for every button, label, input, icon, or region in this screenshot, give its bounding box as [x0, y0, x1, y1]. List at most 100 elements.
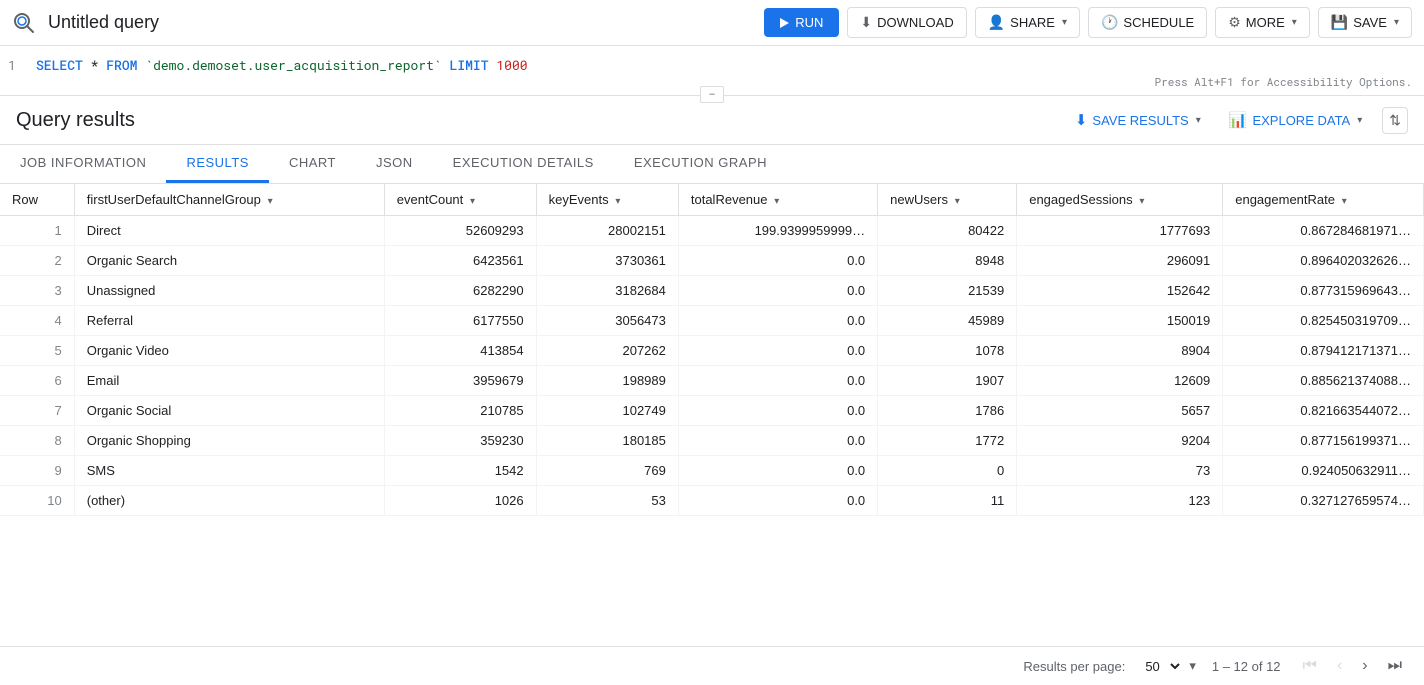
table-cell: 73 [1017, 456, 1223, 486]
table-cell: 210785 [384, 396, 536, 426]
table-cell: 10 [0, 486, 74, 516]
sort-icon-firstUserDefaultChannelGroup[interactable]: ▾ [265, 196, 273, 207]
sort-icon-engagedSessions[interactable]: ▾ [1137, 196, 1145, 207]
tab-results[interactable]: RESULTS [166, 145, 269, 183]
save-chevron-icon: ▾ [1394, 17, 1399, 28]
run-button[interactable]: RUN [764, 8, 839, 37]
table-cell: 5 [0, 336, 74, 366]
table-cell: 0.0 [678, 336, 877, 366]
more-button[interactable]: ⚙ MORE ▾ [1215, 7, 1310, 38]
table-cell: Direct [74, 216, 384, 246]
main-content: 1 SELECT * FROM `demo.demoset.user_acqui… [0, 46, 1424, 685]
table-cell: 199.9399959999… [678, 216, 877, 246]
editor-collapse-handle[interactable]: — [700, 86, 724, 103]
sort-icon-keyEvents[interactable]: ▾ [613, 196, 621, 207]
more-chevron-icon: ▾ [1292, 17, 1297, 28]
table-cell: 180185 [536, 426, 678, 456]
sort-icon-engagementRate[interactable]: ▾ [1339, 196, 1347, 207]
sort-icon-totalRevenue[interactable]: ▾ [772, 196, 780, 207]
table-cell: Organic Search [74, 246, 384, 276]
table-cell: 6 [0, 366, 74, 396]
expand-collapse-button[interactable]: ⇅ [1382, 107, 1408, 134]
table-cell: 45989 [878, 306, 1017, 336]
next-page-button[interactable]: › [1356, 655, 1373, 677]
table-cell: 359230 [384, 426, 536, 456]
results-tabs: JOB INFORMATIONRESULTSCHARTJSONEXECUTION… [0, 145, 1424, 184]
sort-icon-eventCount[interactable]: ▾ [467, 196, 475, 207]
table-cell: 1542 [384, 456, 536, 486]
table-cell: Organic Social [74, 396, 384, 426]
gear-icon: ⚙ [1228, 14, 1241, 31]
select-keyword: SELECT [36, 56, 83, 74]
table-cell: 152642 [1017, 276, 1223, 306]
resize-handle-keyEvents[interactable] [674, 184, 678, 215]
table-cell: 1 [0, 216, 74, 246]
accessibility-hint: Press Alt+F1 for Accessibility Options. [1155, 74, 1412, 89]
table-cell: 0.327127659574… [1223, 486, 1424, 516]
table-cell: 3182684 [536, 276, 678, 306]
table-cell: 8 [0, 426, 74, 456]
table-cell: 413854 [384, 336, 536, 366]
results-per-page-label: Results per page: [1023, 659, 1125, 674]
per-page-chevron-icon: ▾ [1189, 658, 1196, 674]
last-page-button[interactable]: ⏭ [1382, 655, 1408, 677]
sort-icon-newUsers[interactable]: ▾ [952, 196, 960, 207]
pagination-controls: ⏮ ‹ › ⏭ [1297, 655, 1408, 677]
table-cell: 123 [1017, 486, 1223, 516]
pagination-range: 1 – 12 of 12 [1212, 659, 1281, 674]
results-table-container[interactable]: RowfirstUserDefaultChannelGroup ▾eventCo… [0, 184, 1424, 646]
resize-handle-engagementRate[interactable] [1419, 184, 1423, 215]
download-button[interactable]: ⬇ DOWNLOAD [847, 7, 966, 38]
table-cell: Organic Video [74, 336, 384, 366]
col-header-engagementRate: engagementRate ▾ [1223, 184, 1424, 216]
line-number: 1 [8, 56, 36, 74]
sql-editor[interactable]: 1 SELECT * FROM `demo.demoset.user_acqui… [0, 46, 1424, 96]
tab-chart[interactable]: CHART [269, 145, 356, 183]
table-cell: 0.885621374088… [1223, 366, 1424, 396]
table-cell: 0.896402032626… [1223, 246, 1424, 276]
tab-execution-details[interactable]: EXECUTION DETAILS [433, 145, 614, 183]
table-cell: 28002151 [536, 216, 678, 246]
share-chevron-icon: ▾ [1062, 17, 1067, 28]
table-cell: 11 [878, 486, 1017, 516]
table-cell: 9 [0, 456, 74, 486]
table-cell: 6282290 [384, 276, 536, 306]
resize-handle-firstUserDefaultChannelGroup[interactable] [380, 184, 384, 215]
table-cell: 150019 [1017, 306, 1223, 336]
table-cell: 0.0 [678, 246, 877, 276]
resize-handle-eventCount[interactable] [532, 184, 536, 215]
col-header-newUsers: newUsers ▾ [878, 184, 1017, 216]
explore-data-button[interactable]: 📊 EXPLORE DATA ▾ [1221, 106, 1371, 134]
schedule-button[interactable]: 🕐 SCHEDULE [1088, 7, 1207, 38]
toolbar: Untitled query RUN ⬇ DOWNLOAD 👤 SHARE ▾ … [0, 0, 1424, 46]
table-cell: 1786 [878, 396, 1017, 426]
table-cell: 3730361 [536, 246, 678, 276]
table-cell: 0.877156199371… [1223, 426, 1424, 456]
table-cell: 0.0 [678, 426, 877, 456]
table-cell: 0.0 [678, 456, 877, 486]
tab-json[interactable]: JSON [356, 145, 433, 183]
tab-execution-graph[interactable]: EXECUTION GRAPH [614, 145, 787, 183]
col-header-firstUserDefaultChannelGroup: firstUserDefaultChannelGroup ▾ [74, 184, 384, 216]
table-cell: 0.825450319709… [1223, 306, 1424, 336]
tab-job-information[interactable]: JOB INFORMATION [0, 145, 166, 183]
table-cell: (other) [74, 486, 384, 516]
resize-handle-engagedSessions[interactable] [1218, 184, 1222, 215]
table-cell: 0.867284681971… [1223, 216, 1424, 246]
prev-page-button[interactable]: ‹ [1331, 655, 1348, 677]
per-page-dropdown[interactable]: 50 100 200 [1141, 658, 1183, 675]
resize-handle-totalRevenue[interactable] [873, 184, 877, 215]
table-cell: 7 [0, 396, 74, 426]
save-button[interactable]: 💾 SAVE ▾ [1318, 7, 1412, 38]
share-button[interactable]: 👤 SHARE ▾ [975, 7, 1080, 38]
table-cell: 207262 [536, 336, 678, 366]
per-page-selector[interactable]: 50 100 200 ▾ [1141, 658, 1196, 675]
save-results-button[interactable]: ⬇ SAVE RESULTS ▾ [1067, 106, 1209, 134]
resize-handle-newUsers[interactable] [1012, 184, 1016, 215]
table-name: `demo.demoset.user_acquisition_report` [145, 56, 441, 74]
table-cell: 9204 [1017, 426, 1223, 456]
table-cell: 3959679 [384, 366, 536, 396]
table-row: 6Email39596791989890.01907126090.8856213… [0, 366, 1424, 396]
table-cell: 0.879412171371… [1223, 336, 1424, 366]
first-page-button[interactable]: ⏮ [1297, 655, 1323, 677]
